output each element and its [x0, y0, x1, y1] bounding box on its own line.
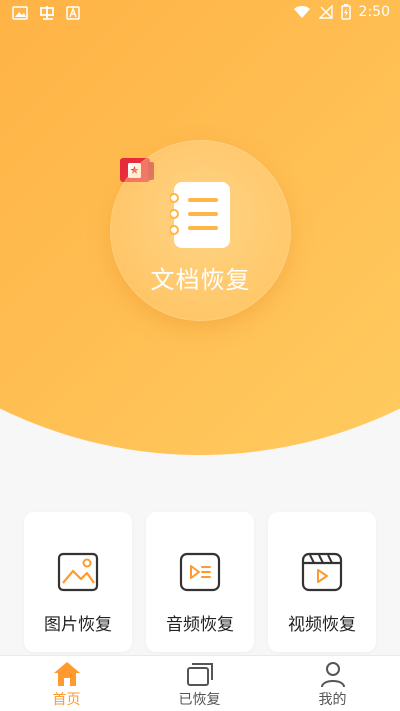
audio-recovery-label: 音频恢复 [166, 615, 234, 635]
audio-icon [179, 552, 221, 592]
nav-home-label: 首页 [52, 692, 81, 708]
video-recovery-label: 视频恢复 [288, 615, 356, 635]
document-recovery-button[interactable]: 文档恢复 [110, 140, 291, 321]
document-icon [170, 182, 230, 248]
recovered-icon [186, 663, 213, 686]
document-recovery-label: 文档恢复 [150, 266, 251, 294]
battery-charging-icon [340, 4, 351, 20]
wifi-icon [293, 6, 310, 18]
recovery-cards: 图片恢复 音频恢复 视频恢复 [24, 512, 376, 652]
status-bar: 2:50 [0, 0, 400, 28]
user-icon [320, 662, 345, 688]
status-time: 2:50 [358, 4, 390, 20]
video-icon [301, 552, 343, 592]
no-signal-icon [318, 5, 333, 19]
app-notification-icon [40, 6, 54, 20]
nav-profile-label: 我的 [318, 692, 347, 708]
nav-recovered-label: 已恢复 [178, 692, 221, 708]
bottom-navigation: 首页 已恢复 我的 [0, 655, 400, 711]
image-notification-icon [12, 6, 28, 20]
audio-recovery-card[interactable]: 音频恢复 [146, 512, 254, 652]
video-recovery-card[interactable]: 视频恢复 [268, 512, 376, 652]
nav-profile[interactable]: 我的 [266, 656, 399, 711]
text-notification-icon [66, 6, 80, 20]
image-recovery-label: 图片恢复 [44, 615, 112, 635]
nav-home[interactable]: 首页 [0, 656, 133, 711]
nav-recovered[interactable]: 已恢复 [133, 656, 266, 711]
home-icon [53, 662, 80, 686]
image-icon [57, 552, 99, 592]
image-recovery-card[interactable]: 图片恢复 [24, 512, 132, 652]
screen: 2:50 文档恢复 图片恢复 音频恢复 视频恢复 首页 已恢复 我的 [0, 0, 400, 711]
